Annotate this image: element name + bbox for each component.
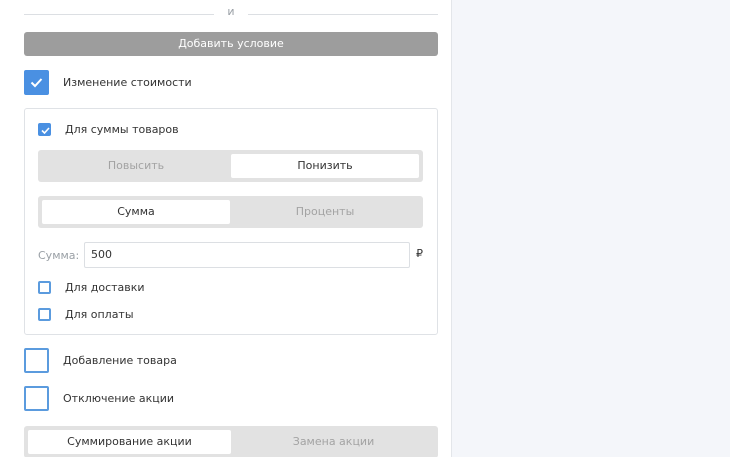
payment-checkbox[interactable] <box>38 308 51 321</box>
promo-mode-switch: Суммирование акции Замена акции <box>24 426 438 457</box>
checkmark-icon <box>41 127 50 134</box>
promo-replace-option[interactable]: Замена акции <box>232 430 435 454</box>
and-divider: и <box>24 5 438 18</box>
disable-promo-checkbox[interactable] <box>24 386 49 411</box>
direction-increase-option[interactable]: Повысить <box>42 154 230 178</box>
payment-label: Для оплаты <box>65 308 134 321</box>
amount-label: Сумма: <box>38 249 80 262</box>
disable-promo-label: Отключение акции <box>63 392 175 405</box>
conditions-panel: и Добавить условие Изменение стоимости Д… <box>0 0 452 457</box>
amount-input[interactable]: 500 <box>84 242 410 268</box>
goods-sum-checkbox[interactable] <box>38 123 51 136</box>
add-condition-button[interactable]: Добавить условие <box>24 32 438 56</box>
divider-line-left <box>24 14 214 15</box>
currency-symbol: ₽ <box>416 247 423 260</box>
add-product-checkbox[interactable] <box>24 348 49 373</box>
goods-sum-label: Для суммы товаров <box>65 123 179 136</box>
price-change-label: Изменение стоимости <box>63 76 192 89</box>
promo-sum-option[interactable]: Суммирование акции <box>28 430 231 454</box>
mode-percent-option[interactable]: Проценты <box>231 200 419 224</box>
mode-switch: Сумма Проценты <box>38 196 423 228</box>
price-change-checkbox[interactable] <box>24 70 49 95</box>
direction-switch: Повысить Понизить <box>38 150 423 182</box>
checkmark-icon <box>30 78 43 88</box>
direction-decrease-option[interactable]: Понизить <box>231 154 419 178</box>
add-product-label: Добавление товара <box>63 354 177 367</box>
divider-text: и <box>227 5 235 18</box>
delivery-checkbox[interactable] <box>38 281 51 294</box>
mode-sum-option[interactable]: Сумма <box>42 200 230 224</box>
delivery-label: Для доставки <box>65 281 145 294</box>
divider-line-right <box>248 14 438 15</box>
